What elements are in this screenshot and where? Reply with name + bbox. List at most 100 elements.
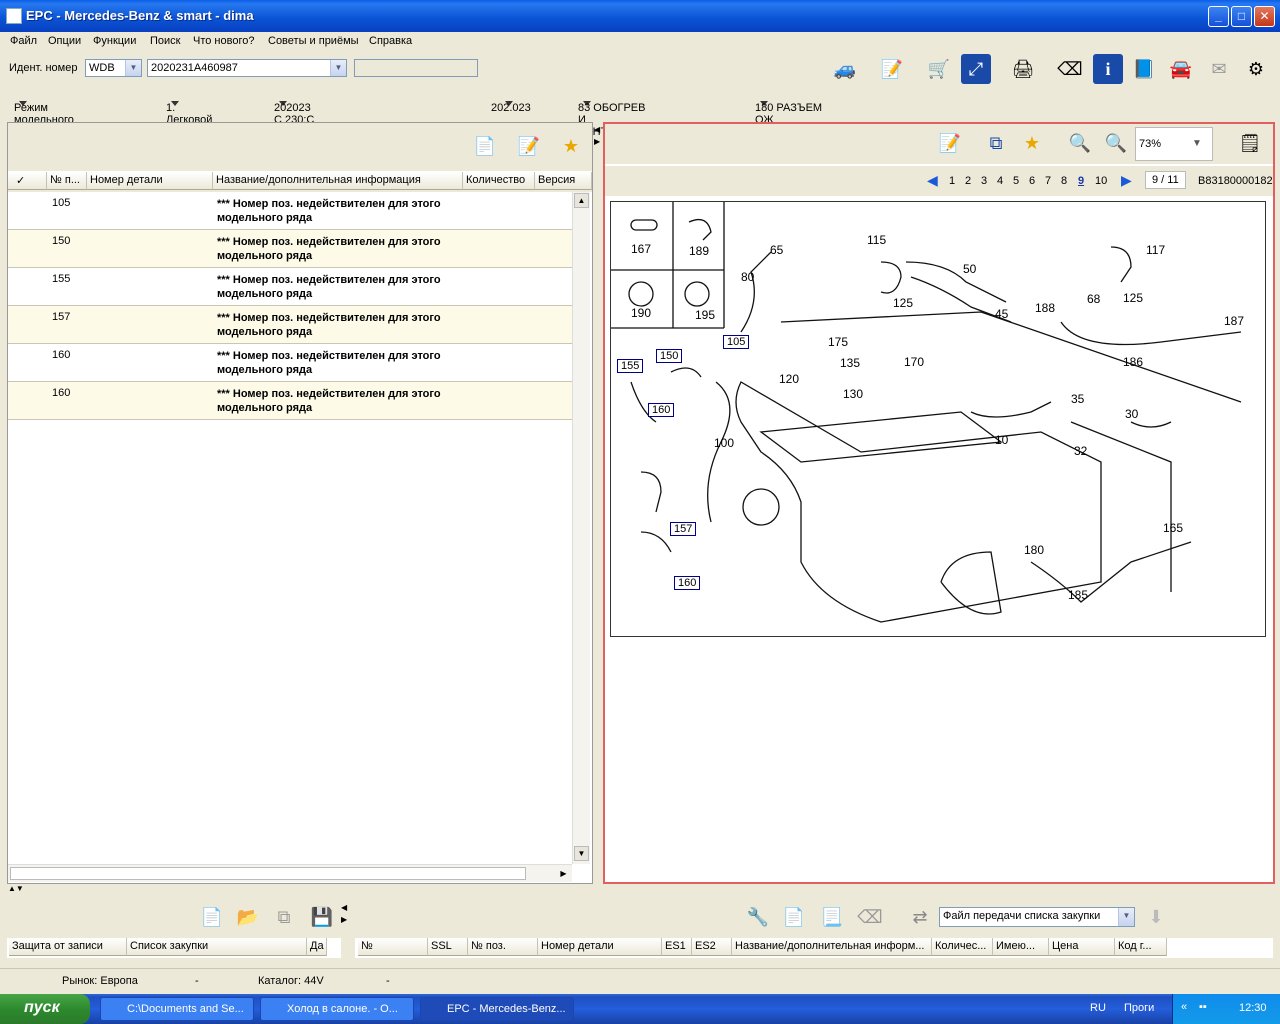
diagram-label[interactable]: 30 (1125, 407, 1138, 421)
page-10[interactable]: 10 (1095, 175, 1107, 187)
eraser-icon[interactable]: ⌫ (855, 902, 885, 932)
diagram-label[interactable]: 188 (1035, 301, 1055, 315)
diagram-label[interactable]: 125 (893, 296, 913, 310)
col-shopping-list[interactable]: Список закупки (127, 938, 307, 956)
mail-icon[interactable]: ✉ (1204, 54, 1234, 84)
list-view-icon[interactable]: 🗒 (1235, 128, 1265, 158)
page-5[interactable]: 5 (1013, 175, 1019, 187)
settings-icon[interactable]: ⚙ (1241, 54, 1271, 84)
diagram-label[interactable]: 170 (904, 355, 924, 369)
menu-functions[interactable]: Функции (93, 35, 136, 47)
search-parts-icon[interactable]: 🔧 (743, 902, 773, 932)
table-row[interactable]: 155 *** Номер поз. недействителен для это… (8, 268, 572, 306)
diagram-label[interactable]: 135 (840, 356, 860, 370)
diagram-label[interactable]: 189 (689, 244, 709, 258)
next-page-icon[interactable]: ▶ (1121, 172, 1132, 189)
diagram-label[interactable]: 100 (714, 436, 734, 450)
diagram-label-boxed[interactable]: 105 (723, 335, 750, 349)
diagram-label[interactable]: 130 (843, 387, 863, 401)
breadcrumb-mode[interactable]: Режим модельного ряда (14, 97, 74, 138)
page-8[interactable]: 8 (1061, 175, 1067, 187)
diagram-label-boxed[interactable]: 157 (670, 522, 697, 536)
col-price[interactable]: Цена (1049, 938, 1115, 956)
breadcrumb-group[interactable]: 83 ОБОГРЕВ И ВЕНТИЛЯЦИЯ (578, 97, 654, 138)
diagram-label[interactable]: 115 (867, 233, 886, 247)
horizontal-scrollbar[interactable]: ▶ (8, 864, 572, 882)
menu-search[interactable]: Поиск (150, 35, 180, 47)
vehicle-icon[interactable]: 🚙 (830, 54, 860, 84)
folder-open-icon[interactable]: 📂 (233, 902, 263, 932)
menu-file[interactable]: Файл (10, 35, 37, 47)
clock[interactable]: 12:30 (1239, 1002, 1267, 1014)
close-button[interactable]: ✕ (1254, 6, 1275, 27)
language-indicator[interactable]: RU (1090, 1002, 1106, 1014)
col-pos[interactable]: № п... (47, 172, 87, 190)
col-pos[interactable]: № поз. (468, 938, 538, 956)
page-2[interactable]: 2 (965, 175, 971, 187)
diagram-label[interactable]: 190 (631, 306, 651, 320)
scroll-up-icon[interactable]: ▲ (574, 193, 589, 208)
diagram-label[interactable]: 32 (1074, 444, 1087, 458)
taskbar-explorer[interactable]: C:\Documents and Se... (100, 997, 254, 1021)
diagram-label[interactable]: 68 (1087, 292, 1100, 306)
transfer-icon[interactable]: ⇄ (905, 902, 935, 932)
table-row[interactable]: 160 *** Номер поз. недействителен для это… (8, 344, 572, 382)
diagram-label[interactable]: 35 (1071, 392, 1084, 406)
col-version[interactable]: Версия (535, 172, 592, 190)
notes-icon[interactable]: 📝 (514, 131, 544, 161)
maximize-button[interactable]: □ (1231, 6, 1252, 27)
col-part-number[interactable]: Номер детали (87, 172, 213, 190)
cart-icon[interactable]: 🛒 (924, 54, 954, 84)
col-ssl[interactable]: SSL (428, 938, 468, 956)
col-available[interactable]: Имею... (993, 938, 1049, 956)
minimize-button[interactable]: _ (1208, 6, 1229, 27)
page-1[interactable]: 1 (949, 175, 955, 187)
add-to-list-icon[interactable]: 📄 (779, 902, 809, 932)
transfer-file-select[interactable]: Файл передачи списка закупки ▼ (939, 907, 1135, 927)
col-num[interactable]: № (358, 938, 428, 956)
diagram-label[interactable]: 45 (995, 307, 1008, 321)
diagram-label[interactable]: 80 (741, 270, 754, 284)
diagram-label[interactable]: 117 (1146, 243, 1165, 257)
diagram-label-boxed[interactable]: 160 (674, 576, 701, 590)
prev-page-icon[interactable]: ◀ (927, 172, 938, 189)
col-es2[interactable]: ES2 (692, 938, 732, 956)
col-check[interactable]: ✓ (8, 172, 47, 190)
info-icon[interactable]: i (1093, 54, 1123, 84)
splitter-arrows-icon[interactable]: ◀ ▶ (341, 902, 353, 926)
col-part-number[interactable]: Номер детали (538, 938, 662, 956)
star-icon[interactable]: ★ (556, 131, 586, 161)
diagram-label[interactable]: 50 (963, 262, 976, 276)
vertical-scrollbar[interactable]: ▲ ▼ (572, 192, 590, 864)
breadcrumb-subgroup[interactable]: 180 РАЗЪЕМ ОЖ ОТОПИТЕЛЯ (755, 97, 823, 138)
page-4[interactable]: 4 (997, 175, 1003, 187)
diagram-label[interactable]: 165 (1163, 521, 1183, 535)
diagram-label[interactable]: 180 (1024, 543, 1044, 557)
page-7[interactable]: 7 (1045, 175, 1051, 187)
col-name[interactable]: Название/дополнительная информация (213, 172, 463, 190)
page-9-current[interactable]: 9 (1078, 175, 1084, 187)
col-quantity[interactable]: Количес... (932, 938, 993, 956)
menu-help[interactable]: Справка (369, 35, 412, 47)
page-6[interactable]: 6 (1029, 175, 1035, 187)
progs-toolbar[interactable]: Проги (1124, 1002, 1154, 1014)
zoom-out-icon[interactable]: 🔍 (1101, 128, 1131, 158)
copy-icon[interactable]: ⧉ (269, 902, 299, 932)
col-date[interactable]: Да (307, 938, 327, 956)
menu-whats-new[interactable]: Что нового? (193, 35, 254, 47)
menu-options[interactable]: Опции (48, 35, 81, 47)
breadcrumb-type[interactable]: 202.023 (491, 97, 531, 114)
diagram-label-boxed[interactable]: 160 (648, 403, 675, 417)
network-icon[interactable]: ▪▪ (1199, 1001, 1207, 1013)
diagram-label[interactable]: 187 (1224, 314, 1244, 328)
diagram-label[interactable]: 195 (695, 308, 715, 322)
diagram-label[interactable]: 125 (1123, 291, 1143, 305)
zoom-select[interactable]: 73% ▼ (1135, 127, 1213, 161)
diagram-label[interactable]: 120 (779, 372, 799, 386)
open-window-icon[interactable]: ⧉ (981, 128, 1011, 158)
star-icon[interactable]: ★ (1017, 128, 1047, 158)
diagram-label[interactable]: 186 (1123, 355, 1143, 369)
table-row[interactable]: 157 *** Номер поз. недействителен для это… (8, 306, 572, 344)
breadcrumb-model[interactable]: 202023 C 230:C 230 JAPAN:C 230 USA (274, 97, 320, 162)
scroll-down-icon[interactable]: ▼ (574, 846, 589, 861)
